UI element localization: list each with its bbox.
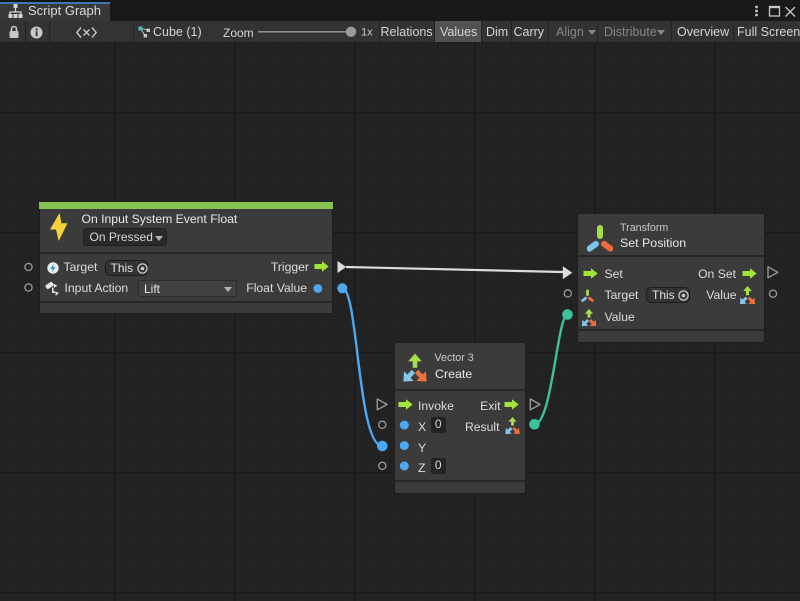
svg-text:1x: 1x: [361, 27, 373, 39]
